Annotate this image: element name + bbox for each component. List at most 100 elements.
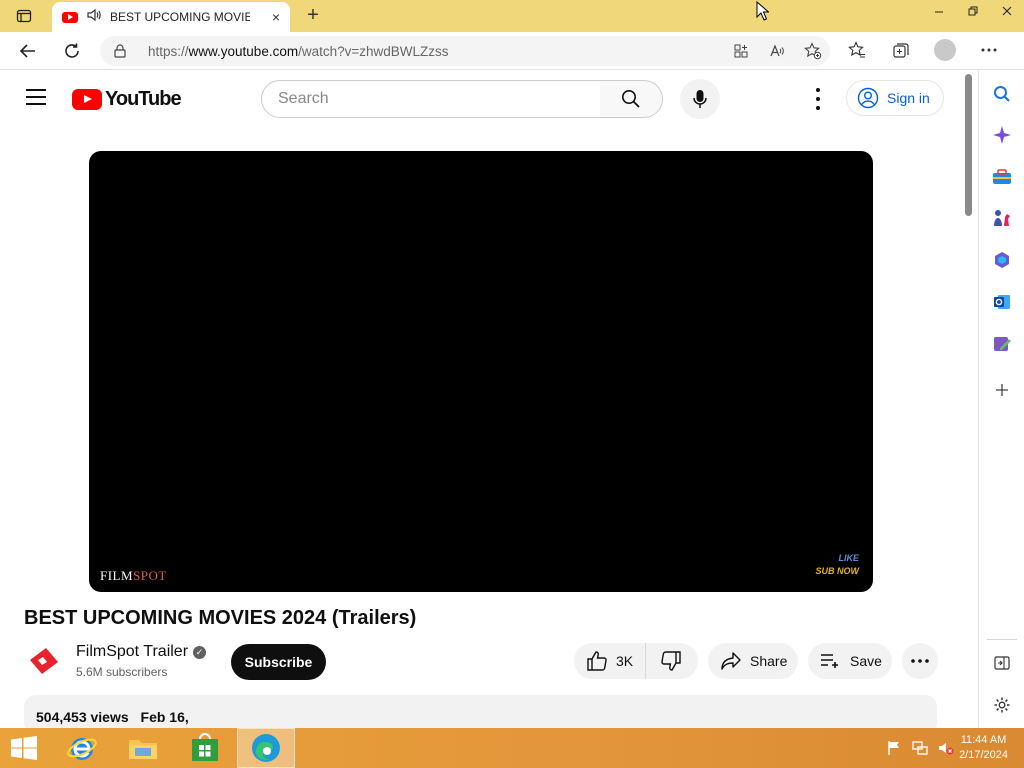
address-bar[interactable]: https://www.youtube.com/watch?v=zhwdBWLZ…: [100, 36, 830, 66]
url-prefix: https://: [148, 43, 189, 59]
youtube-play-icon: [72, 89, 102, 110]
add-sidebar-app-icon[interactable]: [991, 379, 1013, 401]
settings-more-icon[interactable]: [978, 39, 1000, 61]
app-available-icon[interactable]: [730, 42, 752, 60]
restore-icon[interactable]: [956, 0, 990, 22]
like-sub-watermark: LIKE SUB NOW: [816, 552, 860, 578]
sidebar-search-icon[interactable]: [991, 83, 1013, 105]
watermark-like: LIKE: [838, 553, 859, 563]
guide-menu-icon[interactable]: [26, 89, 46, 105]
youtube-logo[interactable]: YouTube: [72, 88, 182, 111]
speaker-icon[interactable]: [86, 7, 102, 28]
youtube-favicon-icon: [62, 11, 78, 23]
share-label: Share: [750, 653, 788, 669]
share-button[interactable]: Share: [708, 643, 798, 679]
browser-tab[interactable]: BEST UPCOMING MOVIES ×: [52, 2, 290, 32]
watermark-sub: SUB NOW: [815, 566, 860, 576]
channel-name-text: FilmSpot Trailer: [76, 643, 189, 660]
dislike-button[interactable]: [646, 643, 696, 679]
sign-in-button[interactable]: Sign in: [846, 80, 944, 116]
favorites-icon[interactable]: [846, 39, 868, 61]
refresh-icon[interactable]: [58, 38, 86, 64]
minimize-icon[interactable]: [922, 0, 956, 22]
clock-time: 11:44 AM: [960, 734, 1007, 746]
internet-explorer-icon[interactable]: [53, 728, 111, 768]
youtube-header: YouTube Sign in: [0, 70, 960, 126]
browser-titlebar: BEST UPCOMING MOVIES × +: [0, 0, 1024, 32]
microsoft-edge-icon[interactable]: [237, 728, 295, 768]
read-aloud-icon[interactable]: [766, 42, 788, 60]
microsoft-365-icon[interactable]: [991, 249, 1013, 271]
new-tab-button[interactable]: +: [302, 4, 324, 27]
more-horizontal-icon: [911, 659, 929, 663]
windows-store-icon[interactable]: [176, 728, 234, 768]
network-icon[interactable]: [912, 740, 928, 756]
scrollbar-thumb[interactable]: [965, 74, 972, 216]
page-scrollbar[interactable]: [960, 70, 977, 728]
sidebar-settings-gear-icon[interactable]: [991, 694, 1013, 716]
hide-sidebar-icon[interactable]: [991, 652, 1013, 674]
action-center-flag-icon[interactable]: [886, 740, 902, 756]
settings-more-icon[interactable]: [806, 88, 830, 110]
sign-in-label: Sign in: [887, 90, 930, 106]
filmspot-watermark: FILMSPOT: [100, 568, 167, 584]
volume-muted-icon[interactable]: [938, 740, 954, 756]
close-tab-icon[interactable]: ×: [272, 9, 280, 25]
view-count: 504,453 views: [36, 709, 129, 725]
search-button[interactable]: [600, 80, 663, 118]
file-explorer-icon[interactable]: [114, 728, 172, 768]
channel-avatar[interactable]: [24, 642, 64, 682]
games-chess-icon[interactable]: [991, 207, 1013, 229]
outlook-icon[interactable]: [991, 291, 1013, 313]
like-button[interactable]: 3K: [574, 643, 646, 679]
system-tray: [886, 740, 954, 756]
url-text[interactable]: https://www.youtube.com/watch?v=zhwdBWLZ…: [148, 44, 449, 59]
lock-icon[interactable]: [114, 44, 126, 58]
tab-title: BEST UPCOMING MOVIES: [110, 10, 250, 24]
profile-avatar[interactable]: [934, 39, 956, 61]
browser-navbar: https://www.youtube.com/watch?v=zhwdBWLZ…: [0, 32, 1024, 70]
browser-toolbar: [846, 39, 1000, 61]
youtube-wordmark: YouTube: [105, 88, 182, 110]
voice-search-button[interactable]: [680, 79, 720, 119]
collections-icon[interactable]: [890, 39, 912, 61]
window-controls: [922, 0, 1024, 22]
subscriber-count: 5.6M subscribers: [76, 665, 168, 679]
clock-date: 2/17/2024: [959, 749, 1008, 761]
copilot-sparkle-icon[interactable]: [991, 124, 1013, 146]
back-arrow-icon[interactable]: [14, 38, 42, 64]
tools-briefcase-icon[interactable]: [991, 166, 1013, 188]
account-icon: [857, 87, 879, 109]
watermark-brand-a: FILM: [100, 568, 134, 583]
save-playlist-icon: [821, 654, 838, 668]
upload-date: Feb 16,: [140, 709, 189, 725]
close-window-icon[interactable]: [990, 0, 1024, 22]
save-button[interactable]: Save: [808, 643, 892, 679]
like-dislike-group: 3K: [574, 643, 698, 679]
video-title: BEST UPCOMING MOVIES 2024 (Trailers): [24, 607, 417, 629]
thumbs-down-icon: [661, 651, 681, 671]
search-input[interactable]: [278, 90, 578, 108]
subscribe-button[interactable]: Subscribe: [231, 644, 326, 680]
url-host: www.youtube.com: [188, 43, 299, 59]
tab-actions-icon[interactable]: [10, 6, 38, 26]
more-actions-button[interactable]: [902, 643, 938, 679]
search-icon: [622, 90, 640, 108]
like-count: 3K: [616, 653, 634, 669]
sidebar-divider: [987, 639, 1017, 640]
taskbar-clock[interactable]: 11:44 AM 2/17/2024: [959, 733, 1008, 763]
drop-edit-icon[interactable]: [991, 333, 1013, 355]
windows-taskbar: 11:44 AM 2/17/2024: [0, 728, 1024, 768]
add-favorite-icon[interactable]: [802, 42, 824, 60]
search-box[interactable]: [261, 80, 601, 118]
video-player[interactable]: FILMSPOT LIKE SUB NOW: [89, 151, 873, 592]
channel-name[interactable]: FilmSpot Trailer ✓: [76, 643, 207, 661]
microphone-icon: [693, 90, 707, 108]
verified-badge-icon: ✓: [193, 645, 207, 659]
windows-start-icon[interactable]: [10, 736, 38, 760]
address-bar-icons: [730, 42, 824, 60]
share-icon: [721, 652, 741, 670]
url-path: /watch?v=zhwdBWLZzss: [298, 43, 449, 59]
watermark-brand-b: SPOT: [133, 568, 167, 583]
mouse-cursor-icon: [756, 0, 770, 26]
